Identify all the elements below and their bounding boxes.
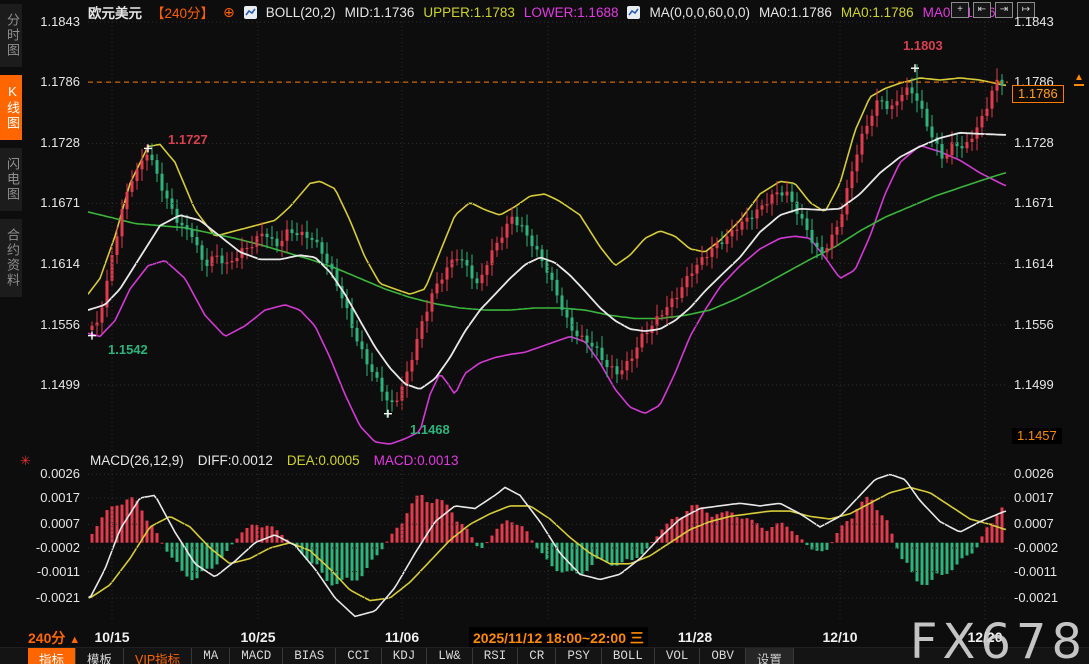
scale-compress-icon[interactable]: ⇤ xyxy=(973,2,991,18)
sidebar-item-2[interactable]: 闪电图 xyxy=(0,148,22,211)
tab-CCI[interactable]: CCI xyxy=(336,648,382,664)
tab-LW&[interactable]: LW& xyxy=(427,648,473,664)
add-indicator-icon[interactable]: ⊕ xyxy=(223,4,235,21)
tab-OBV[interactable]: OBV xyxy=(700,648,746,664)
tab-VOL[interactable]: VOL xyxy=(655,648,701,664)
app-window: 分时图K线图闪电图合约资料 欧元美元 【240分】 ⊕ BOLL(20,2) M… xyxy=(0,0,1089,664)
sidebar-item-3[interactable]: 合约资料 xyxy=(0,219,22,297)
tab-MA[interactable]: MA xyxy=(192,648,230,664)
chart-type-sidebar: 分时图 K线图闪电图合约资料 xyxy=(0,0,24,297)
indicator-tabbar: 指标模板VIP指标MAMACDBIASCCIKDJLW&RSICRPSYBOLL… xyxy=(0,647,1089,664)
macd-settings-icon[interactable]: ✳ xyxy=(20,453,31,469)
sidebar-item-1[interactable]: K线图 xyxy=(0,75,22,140)
tab-CR[interactable]: CR xyxy=(518,648,556,664)
crosshair-icon[interactable]: + xyxy=(951,2,969,18)
tab-VIP指标[interactable]: VIP指标 xyxy=(124,648,192,664)
chart-canvas[interactable] xyxy=(0,0,1089,664)
tab-BOLL[interactable]: BOLL xyxy=(602,648,655,664)
tab-BIAS[interactable]: BIAS xyxy=(283,648,336,664)
tab-MACD[interactable]: MACD xyxy=(230,648,283,664)
tab-模板[interactable]: 模板 xyxy=(76,648,124,664)
timeframe-selector-label: 240分 xyxy=(28,630,65,646)
tab-RSI[interactable]: RSI xyxy=(473,648,519,664)
chart-toolbar: +⇤⇥↦ xyxy=(951,2,1035,18)
pan-right-icon[interactable]: ↦ xyxy=(1017,2,1035,18)
scale-expand-icon[interactable]: ⇥ xyxy=(995,2,1013,18)
tab-KDJ[interactable]: KDJ xyxy=(382,648,428,664)
timeframe-dropdown-arrow-icon: ▲ xyxy=(69,634,80,646)
tab-PSY[interactable]: PSY xyxy=(556,648,602,664)
tab-指标[interactable]: 指标 xyxy=(28,648,76,664)
tab-设置[interactable]: 设置 xyxy=(746,648,794,664)
sidebar-item-0[interactable]: 分时图 xyxy=(0,4,22,67)
